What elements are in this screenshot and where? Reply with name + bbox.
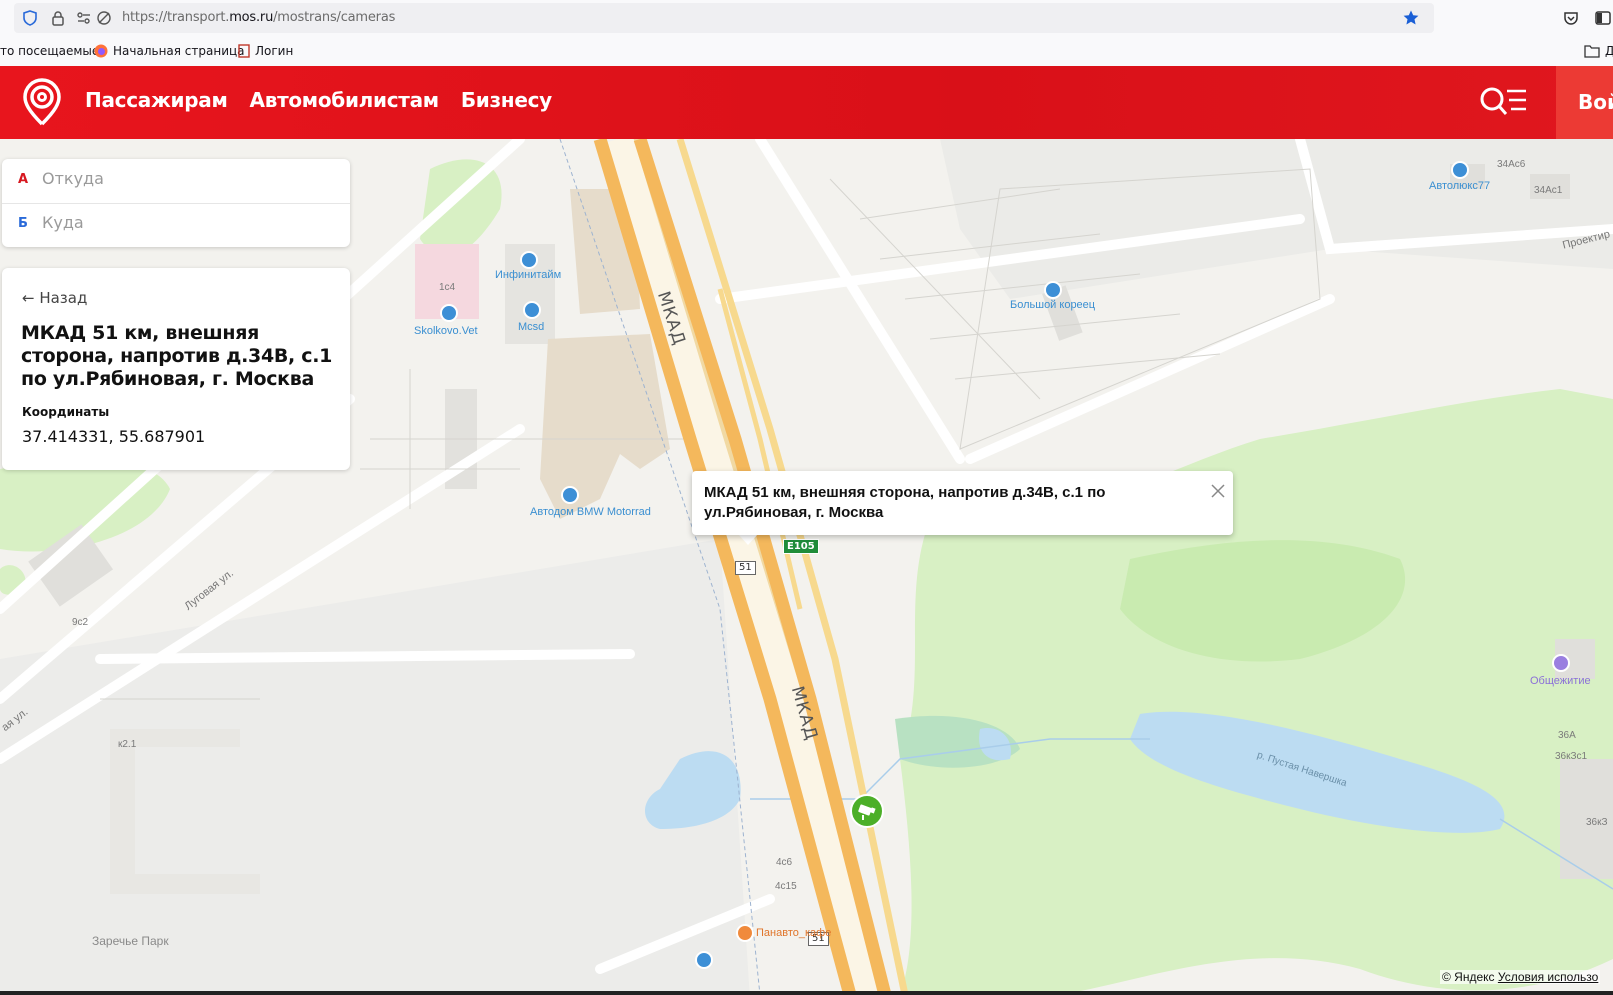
window-bottom-edge — [0, 991, 1613, 995]
tracking-protection-icon[interactable] — [96, 10, 112, 26]
camera-info-panel: ← Назад МКАД 51 км, внешняя сторона, нап… — [2, 268, 350, 470]
to-input[interactable]: Куда — [42, 213, 84, 232]
poi-label-mcsd[interactable]: Mcsd — [518, 321, 544, 333]
browser-toolbar: https://transport.mos.ru/mostrans/camera… — [0, 0, 1613, 36]
address-bar[interactable]: https://transport.mos.ru/mostrans/camera… — [14, 3, 1434, 33]
poi-label-avtolux[interactable]: Автолюкс77 — [1429, 180, 1490, 192]
bookmark-label: Начальная страница — [113, 44, 245, 58]
area-label-zarechye: Заречье Парк — [92, 934, 169, 948]
euro-route-badge: E105 — [783, 539, 819, 554]
building-label: 36А — [1558, 730, 1576, 741]
balloon-tail — [738, 534, 758, 545]
search-menu-icon[interactable] — [1478, 84, 1528, 120]
poi-label-skolkovo-vet[interactable]: Skolkovo.Vet — [414, 325, 478, 337]
nav-passengers[interactable]: Пассажирам — [85, 88, 228, 112]
sidebar-icon[interactable] — [1594, 9, 1612, 27]
url-text[interactable]: https://transport.mos.ru/mostrans/camera… — [122, 10, 395, 25]
bookmark-star-icon[interactable] — [1402, 9, 1420, 27]
poi-label-obshchezhitie[interactable]: Общежитие — [1530, 675, 1591, 687]
from-letter: А — [18, 172, 29, 187]
camera-title: МКАД 51 км, внешняя сторона, напротив д.… — [21, 322, 333, 390]
bookmark-login[interactable]: Логин — [238, 44, 293, 58]
camera-marker[interactable] — [850, 794, 884, 828]
close-icon[interactable] — [1210, 483, 1226, 499]
building-label: 36кЗс1 — [1555, 751, 1588, 762]
building-label: 36кЗ — [1586, 817, 1608, 828]
car-service-icon[interactable] — [523, 301, 541, 319]
building-label: к2.1 — [118, 739, 137, 750]
bookmarks-toolbar: то посещаемые Начальная страница Логин Д… — [0, 36, 1613, 66]
car-service-icon[interactable] — [695, 951, 713, 969]
poi-label-avtodom[interactable]: Автодом BMW Motorrad — [530, 506, 651, 518]
firefox-icon — [94, 44, 108, 58]
vet-clinic-icon[interactable] — [440, 304, 458, 322]
to-field[interactable]: Б Куда — [2, 203, 350, 247]
coords-label: Координаты — [22, 405, 110, 419]
mostrans-logo-icon[interactable] — [22, 78, 62, 128]
bookmark-label: Логин — [255, 44, 294, 58]
bookmark-other[interactable]: Др — [1584, 44, 1613, 58]
bookmark-home[interactable]: Начальная страница — [94, 44, 245, 58]
shop-icon[interactable] — [561, 486, 579, 504]
to-letter: Б — [18, 216, 28, 231]
balloon-text: МКАД 51 км, внешняя сторона, напротив д.… — [704, 484, 1106, 521]
coords-value: 37.414331, 55.687901 — [22, 427, 206, 446]
map-copyright: © Яндекс Условия использо — [1440, 970, 1601, 984]
site-header: Пассажирам Автомобилистам Бизнесу Войти — [0, 66, 1613, 139]
main-nav: Пассажирам Автомобилистам Бизнесу — [85, 88, 552, 112]
car-service-icon[interactable] — [1451, 161, 1469, 179]
building-label: 4с6 — [776, 857, 793, 868]
cafe-icon[interactable] — [736, 924, 754, 942]
hostel-icon[interactable] — [1552, 654, 1570, 672]
login-button[interactable]: Войти — [1556, 66, 1613, 139]
shield-icon[interactable] — [22, 10, 38, 26]
camera-icon — [858, 804, 876, 820]
nav-motorists[interactable]: Автомобилистам — [250, 88, 440, 112]
from-field[interactable]: А Откуда — [2, 159, 350, 203]
copyright-text: © Яндекс — [1442, 970, 1495, 984]
poi-label-bolshoi-koreets[interactable]: Большой кореец — [1010, 299, 1095, 311]
bookmark-label: Др — [1605, 44, 1613, 58]
car-service-icon[interactable] — [1044, 281, 1062, 299]
building-label: 34Ас6 — [1497, 159, 1526, 170]
route-panel: А Откуда Б Куда — [2, 159, 350, 247]
map-balloon: МКАД 51 км, внешняя сторона, напротив д.… — [692, 471, 1233, 535]
permissions-icon[interactable] — [76, 10, 92, 26]
back-link[interactable]: ← Назад — [22, 289, 87, 307]
terms-link[interactable]: Условия использо — [1498, 970, 1598, 984]
building-label: 4с15 — [775, 881, 797, 892]
building-label: 1с4 — [439, 282, 456, 293]
page-icon — [238, 44, 250, 58]
route-badge-51: 51 — [735, 561, 756, 575]
building-label: 9с2 — [72, 617, 89, 628]
lock-icon[interactable] — [50, 10, 66, 26]
pocket-icon[interactable] — [1562, 9, 1580, 27]
poi-label-panavto[interactable]: Панавто_кафе — [756, 927, 831, 939]
nav-business[interactable]: Бизнесу — [461, 88, 552, 112]
car-service-icon[interactable] — [520, 251, 538, 269]
bookmark-label: то посещаемые — [0, 44, 100, 58]
bookmark-most-visited[interactable]: то посещаемые — [0, 44, 99, 58]
folder-icon — [1584, 45, 1600, 58]
from-input[interactable]: Откуда — [42, 169, 104, 188]
building-label: 34Ас1 — [1534, 185, 1563, 196]
poi-label-infinitime[interactable]: Инфинитайм — [495, 269, 561, 281]
